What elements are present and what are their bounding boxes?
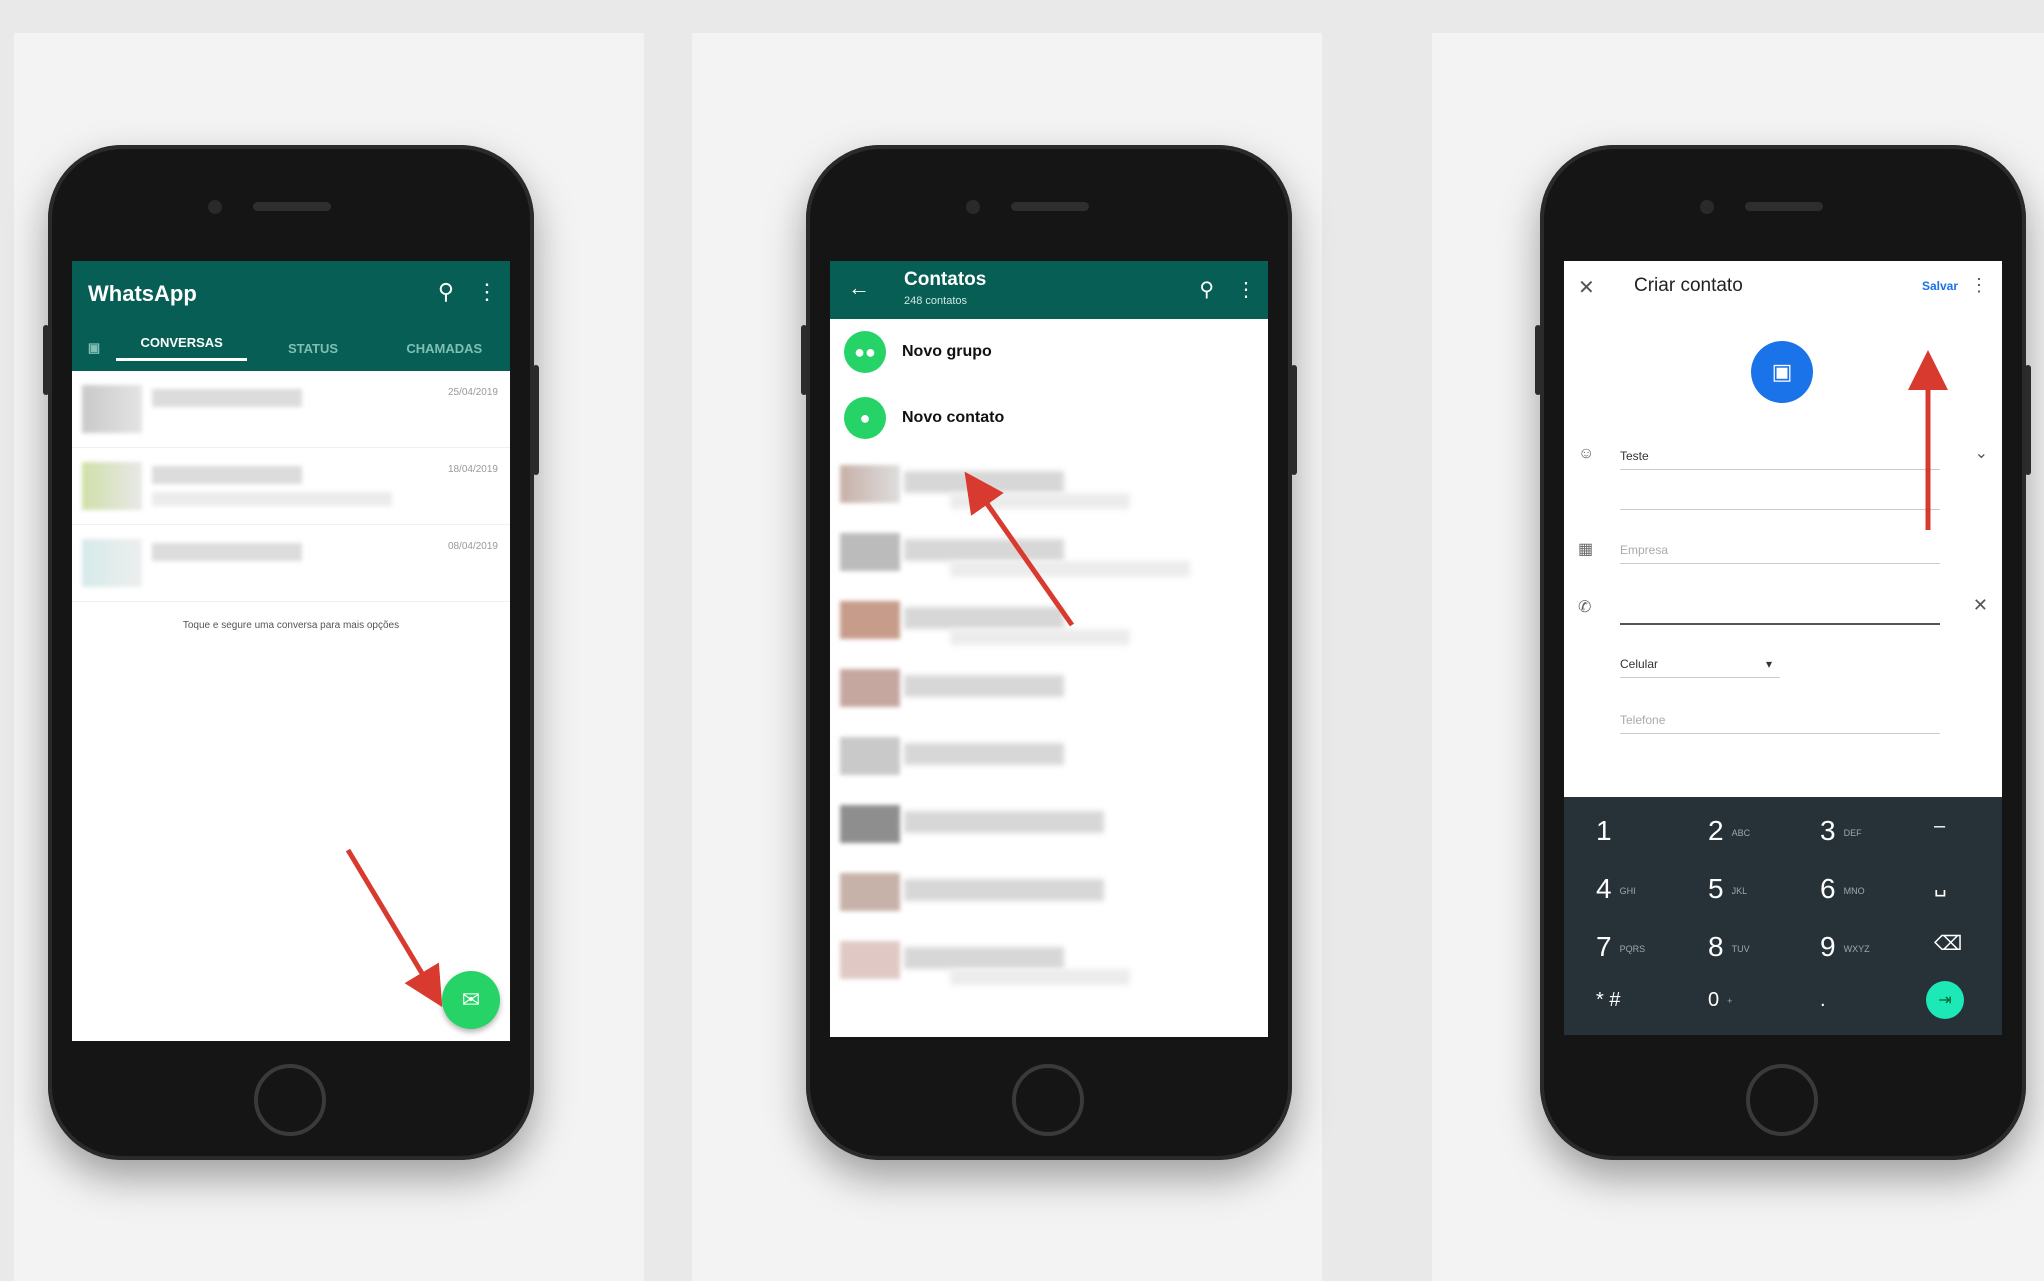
arrow-to-new-chat [345,848,443,1008]
annotation-arrows [345,350,1948,1008]
arrow-to-new-contact [964,471,1075,627]
